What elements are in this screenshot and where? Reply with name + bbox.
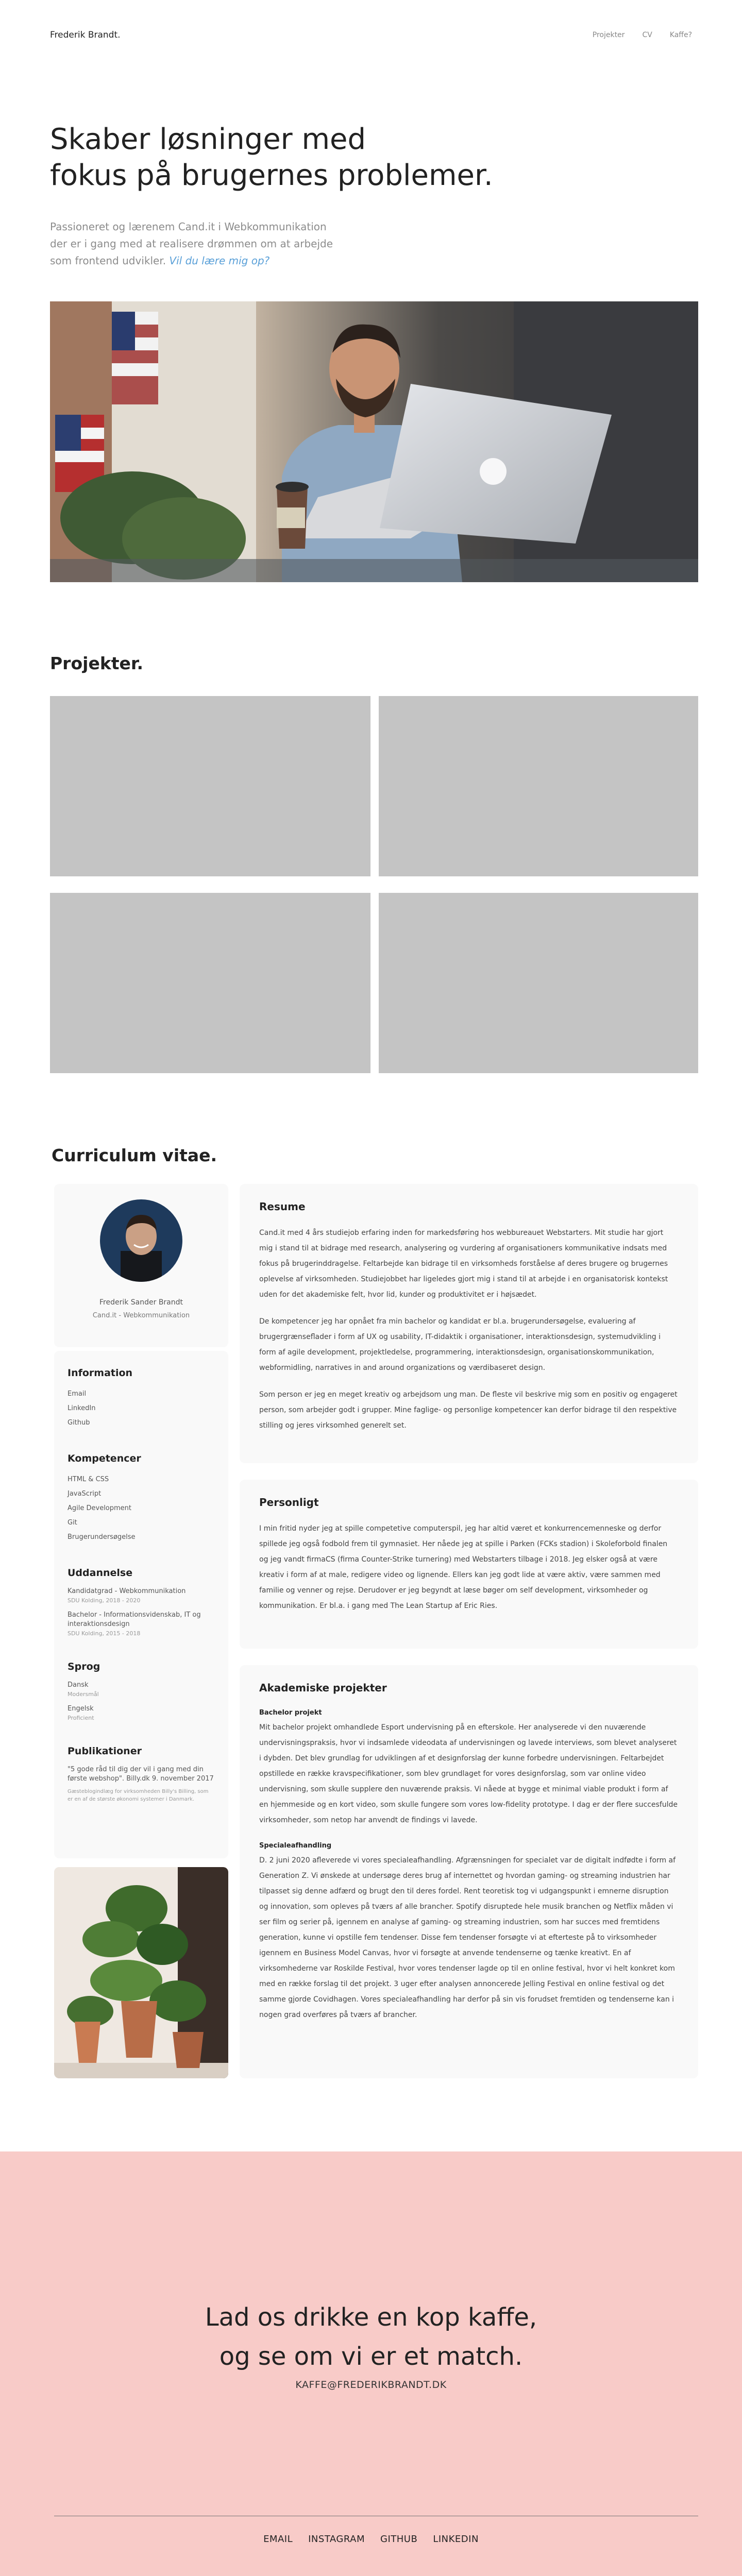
bachelor-heading: Bachelor projekt	[259, 1709, 322, 1717]
competency-item: Brugerundersøgelse	[68, 1533, 136, 1541]
education-sub: SDU Kolding, 2018 - 2020	[68, 1597, 141, 1604]
footer-email-link[interactable]: KAFFE@FREDERIKBRANDT.DK	[0, 2379, 742, 2391]
language-title: Dansk	[68, 1681, 89, 1689]
bachelor-paragraph: Mit bachelor projekt omhandlede Esport u…	[259, 1723, 678, 1824]
competency-item: JavaScript	[68, 1490, 102, 1498]
hero-photo	[50, 301, 698, 582]
publication-author: Billy.dk 9. november 2017	[126, 1775, 214, 1783]
footer-github-link[interactable]: GITHUB	[380, 2534, 417, 2545]
hero-photo-illustration	[50, 301, 698, 582]
personal-paragraph: I min fritid nyder jeg at spille compete…	[259, 1524, 668, 1610]
language-title: Engelsk	[68, 1705, 94, 1713]
competencies-heading: Kompetencer	[68, 1453, 141, 1464]
thesis-paragraph: D. 2 juni 2020 afleverede vi vores speci…	[259, 1856, 676, 2019]
plants-illustration	[54, 1867, 228, 2078]
competency-item: Git	[68, 1519, 77, 1527]
project-card[interactable]	[379, 696, 698, 876]
academic-card: Akademiske projekter Bachelor projekt Mi…	[240, 1665, 698, 2078]
nav-projects-link[interactable]: Projekter	[593, 31, 625, 39]
academic-heading: Akademiske projekter	[259, 1682, 387, 1694]
education-heading: Uddannelse	[68, 1567, 133, 1579]
resume-heading: Resume	[259, 1200, 306, 1213]
footer-links: EMAIL INSTAGRAM GITHUB LINKEDIN	[0, 2534, 742, 2545]
competency-item: HTML & CSS	[68, 1476, 109, 1483]
plants-photo	[54, 1867, 228, 2078]
personal-card: Personligt I min fritid nyder jeg at spi…	[240, 1480, 698, 1649]
cta-line1: Lad os drikke en kop kaffe,	[205, 2303, 537, 2332]
resume-card: Resume Cand.it med 4 års studiejob erfar…	[240, 1184, 698, 1463]
info-github-link[interactable]: Github	[68, 1416, 215, 1430]
footer-cta: Lad os drikke en kop kaffe, og se om vi …	[0, 2298, 742, 2376]
publication-quote: "5 gode råd til dig der vil i gang med d…	[68, 1765, 215, 1784]
project-card[interactable]	[50, 696, 370, 876]
language-level: Proficient	[68, 1715, 94, 1721]
education-title: Bachelor - Informationsvidenskab, IT og …	[68, 1611, 201, 1628]
info-sidebar: Information Email LinkedIn Github Kompet…	[54, 1351, 228, 1858]
education-title: Kandidatgrad - Webkommunikation	[68, 1587, 186, 1595]
info-linkedin-link[interactable]: LinkedIn	[68, 1401, 215, 1416]
languages-heading: Sprog	[68, 1661, 100, 1672]
cta-line2: og se om vi er et match.	[219, 2342, 523, 2371]
footer-email-social-link[interactable]: EMAIL	[263, 2534, 293, 2545]
publications-heading: Publikationer	[68, 1745, 142, 1757]
competency-item: Agile Development	[68, 1504, 132, 1512]
projects-title: Projekter.	[50, 653, 144, 673]
project-card[interactable]	[50, 893, 370, 1073]
project-card[interactable]	[379, 893, 698, 1073]
hero-title: Skaber løsninger med fokus på brugernes …	[50, 122, 565, 194]
profile-card: Frederik Sander Brandt Cand.it - Webkomm…	[54, 1184, 228, 1347]
personal-heading: Personligt	[259, 1496, 319, 1509]
cv-title: Curriculum vitae.	[52, 1145, 217, 1165]
footer-instagram-link[interactable]: INSTAGRAM	[308, 2534, 365, 2545]
hero-title-line2: fokus på brugernes problemer.	[50, 159, 493, 192]
avatar	[100, 1199, 182, 1282]
profile-name: Frederik Sander Brandt	[99, 1298, 183, 1307]
thesis-heading: Specialeafhandling	[259, 1842, 332, 1850]
site-logo[interactable]: Frederik Brandt.	[50, 30, 121, 40]
hero-teach-me-link[interactable]: Vil du lære mig op?	[169, 255, 269, 267]
hero-title-line1: Skaber løsninger med	[50, 123, 366, 156]
profile-degree: Cand.it - Webkommunikation	[92, 1312, 190, 1319]
page: Frederik Brandt. Projekter CV Kaffe? Ska…	[0, 0, 742, 2576]
language-level: Modersmål	[68, 1691, 99, 1698]
information-heading: Information	[68, 1367, 133, 1379]
resume-paragraph: Som person er jeg en meget kreativ og ar…	[259, 1391, 678, 1430]
footer-linkedin-link[interactable]: LINKEDIN	[433, 2534, 479, 2545]
main-nav: Projekter CV Kaffe?	[593, 31, 692, 39]
resume-paragraph: Cand.it med 4 års studiejob erfaring ind…	[259, 1229, 668, 1299]
nav-cv-link[interactable]: CV	[642, 31, 652, 39]
resume-paragraph: De kompetencer jeg har opnået fra min ba…	[259, 1317, 661, 1372]
education-sub: SDU Kolding, 2015 - 2018	[68, 1630, 141, 1637]
publication-desc: Gæsteblogindlæg for virksomheden Billy's…	[68, 1789, 209, 1802]
hero-subtitle: Passioneret og lærenem Cand.it i Webkomm…	[50, 218, 344, 269]
info-email-link[interactable]: Email	[68, 1387, 215, 1401]
nav-coffee-link[interactable]: Kaffe?	[670, 31, 692, 39]
